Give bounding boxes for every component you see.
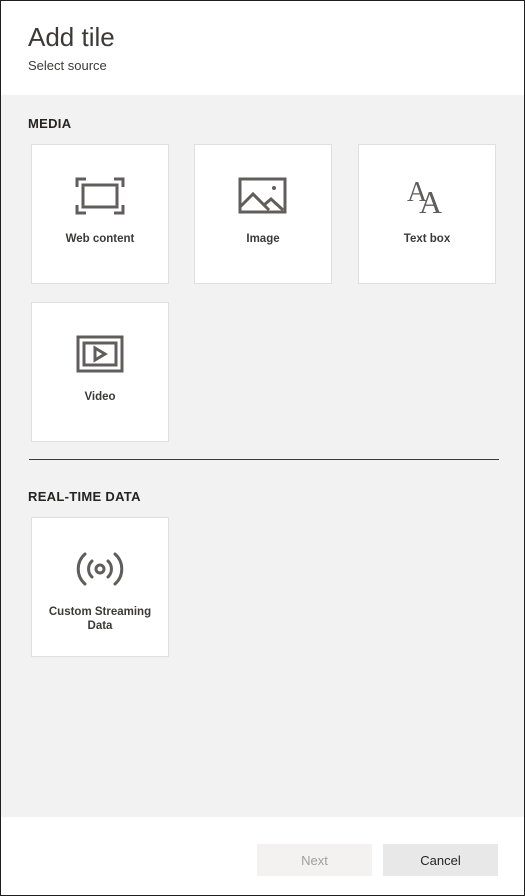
text-box-icon: A A (359, 175, 495, 217)
tile-video[interactable]: Video (31, 302, 169, 442)
tile-web-content[interactable]: Web content (31, 144, 169, 284)
tile-image[interactable]: Image (194, 144, 332, 284)
tile-label: Video (84, 391, 116, 403)
svg-text:A: A (419, 184, 442, 217)
image-icon (195, 175, 331, 217)
tile-label: Image (246, 233, 280, 245)
tile-text-box[interactable]: A A Text box (358, 144, 496, 284)
dialog-header: Add tile Select source (1, 1, 524, 95)
dialog-title: Add tile (28, 22, 115, 52)
cancel-button[interactable]: Cancel (383, 844, 498, 876)
section-divider (29, 459, 499, 460)
tile-label: Custom Streaming Data (48, 606, 152, 632)
tile-label: Web content (65, 233, 135, 245)
add-tile-dialog: Add tile Select source MEDIA Web content (0, 0, 525, 896)
web-content-icon (32, 175, 168, 217)
section-heading-media: MEDIA (28, 116, 72, 131)
next-button[interactable]: Next (257, 844, 372, 876)
video-icon (32, 333, 168, 375)
section-heading-realtime: REAL-TIME DATA (28, 489, 141, 504)
source-panel: MEDIA Web content Image A A Text box Vid… (1, 95, 524, 817)
streaming-data-icon (32, 548, 168, 590)
dialog-subtitle: Select source (28, 58, 107, 73)
tile-label: Text box (403, 233, 451, 245)
dialog-footer: Next Cancel (1, 817, 524, 895)
tile-custom-streaming-data[interactable]: Custom Streaming Data (31, 517, 169, 657)
